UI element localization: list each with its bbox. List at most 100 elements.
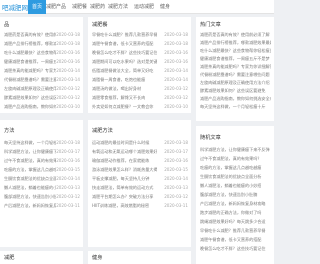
article-link[interactable]: 减肥汤的做法，喝出好身材 (92, 86, 157, 92)
list-item[interactable]: 跑步减肥的正确方法，你做对了吗 (200, 209, 271, 217)
article-link[interactable]: 吃什么减肥最快？这些食物帮你轻松瘦身 (4, 50, 56, 56)
list-item[interactable]: 外卖党如何点减肥餐？一文教会你 2020-03-10 (92, 103, 188, 111)
list-item[interactable]: 腹部减肥方法，快速告别小肚腩 2020-03-12 (4, 193, 80, 201)
list-item[interactable]: 吃瘦的方法，掌握这几点越吃越瘦2020-03-15 (4, 166, 80, 174)
article-link[interactable]: 游泳减肥效果怎么样？消耗热量大揭秘 (92, 167, 157, 173)
list-item[interactable]: 晚餐怎么吃才不胖？这些技巧要记住 2020-03-16 (92, 49, 188, 57)
list-item[interactable]: 科学减肥方法，让你健康瘦下来不反弹 (200, 146, 271, 154)
article-link[interactable]: 健康减肥食谱推荐，一周瘦五斤不是梦 (200, 56, 271, 62)
list-item[interactable]: 平板支撑减肥，每天坚持几分钟 2020-03-14 (92, 175, 188, 183)
nav-item-home[interactable]: 首页 (28, 0, 47, 14)
list-item[interactable]: 减肥茶真的能减肥吗？专家为你详细解答 (200, 63, 271, 71)
list-item[interactable]: 减肥零食推荐，解馋又不长肉 2020-03-12 (92, 94, 188, 102)
list-item[interactable]: 减肥产品排行榜推荐，哪款减肥效果最好 (200, 39, 271, 47)
list-item[interactable]: 酵素减肥效果如何？这些误区要避免 (200, 87, 271, 95)
list-item[interactable]: 生酮饮食减肥法的优缺点全面分析2020-03-14 (4, 175, 80, 183)
nav-item-products[interactable]: 减肥产品 (46, 0, 66, 14)
article-link[interactable]: 每天坚持这样做，一个月轻松瘦十斤 (200, 104, 271, 110)
list-item[interactable]: 减肥午餐食谱，低卡又营养的搭配 (200, 236, 271, 244)
list-item[interactable]: 减肥期间可以吃水果吗？选对是关键 2020-03-16 (92, 58, 188, 66)
list-item[interactable]: 低脂减肥餐做法大全，简单又好吃 2020-03-14 (92, 67, 188, 75)
article-link[interactable]: 减肥药是否真的有效？使用前必须了解 (200, 32, 271, 38)
article-link[interactable]: 减肥产品排行榜推荐，哪款减肥效果最好 (4, 41, 56, 47)
list-item[interactable]: 瑜伽减肥动作推荐，在家就能练 2020-03-16 (92, 157, 188, 165)
list-item[interactable]: 每天坚持这样做，一个月轻松瘦十斤 (200, 103, 271, 111)
article-link[interactable]: 代餐粉减肥靠谱吗？需要注意哪些问题 (4, 77, 56, 83)
article-link[interactable]: 早餐吃什么减肥？推荐几款营养早餐 (200, 228, 271, 234)
list-item[interactable]: 跳绳减肥效果好吗？每天跳多少合适 (200, 218, 271, 226)
list-item[interactable]: 有氧运动和无氧运动哪个减肥效果好 2020-03-17 (92, 148, 188, 156)
list-item[interactable]: 每天坚持这样做，一个月轻松瘦十斤2020-03-18 (4, 139, 80, 147)
article-link[interactable]: 吃什么减肥最快？这些食物帮你轻松瘦身 (200, 48, 271, 54)
article-link[interactable]: 腹部减肥方法，快速告别小肚腩 (4, 194, 56, 200)
list-item[interactable]: 早餐吃什么减肥？推荐几款营养早餐 2020-03-18 (92, 31, 188, 39)
article-link[interactable]: 代餐粉减肥靠谱吗？需要注意哪些问题 (200, 72, 271, 78)
list-item[interactable]: 游泳减肥效果怎么样？消耗热量大揭秘 2020-03-15 (92, 166, 188, 174)
article-link[interactable]: 科学减肥方法，让你健康瘦下来不反弹 (4, 149, 56, 155)
list-item[interactable]: 减肥产品排行榜推荐，哪款减肥效果最好2020-03-18 (4, 40, 80, 48)
list-item[interactable]: 过午不食减肥法，真的有效果吗？ (200, 155, 271, 163)
list-item[interactable]: 懒人减肥法，躺着也能瘦的小妙招 (200, 182, 271, 190)
article-link[interactable]: 产后减肥方法，新妈妈恢复身材攻略 (4, 203, 56, 209)
article-link[interactable]: 吃瘦的方法，掌握这几点越吃越瘦 (200, 165, 271, 171)
article-link[interactable]: 减肥期间可以吃水果吗？选对是关键 (92, 59, 157, 65)
article-link[interactable]: 有氧运动和无氧运动哪个减肥效果好 (92, 149, 157, 155)
article-link[interactable]: 减肥午餐食谱，低卡又营养的搭配 (92, 41, 157, 47)
nav-item-exercise[interactable]: 运动减肥 (134, 0, 154, 14)
article-link[interactable]: 跳绳减肥效果好吗？每天跳多少合适 (200, 219, 271, 225)
list-item[interactable]: 减肥茶真的能减肥吗？专家为你详细解答2020-03-14 (4, 67, 80, 75)
list-item[interactable]: 过午不食减肥法，真的有效果吗？2020-03-16 (4, 157, 80, 165)
article-link[interactable]: 减肥茶真的能减肥吗？专家为你详细解答 (200, 64, 271, 70)
article-link[interactable]: 懒人减肥法，躺着也能瘦的小妙招 (4, 185, 56, 191)
article-link[interactable]: 晚餐怎么吃才不胖？这些技巧要记住 (92, 50, 157, 56)
article-link[interactable]: 减肥药是否真的有效？使用前必须了解 (4, 32, 56, 38)
article-link[interactable]: 吃瘦的方法，掌握这几点越吃越瘦 (4, 167, 56, 173)
nav-item-methods[interactable]: 减肥方法 (108, 0, 128, 14)
article-link[interactable]: 酵素减肥效果如何？这些误区要避免 (4, 95, 56, 101)
article-link[interactable]: 懒人减肥法，躺着也能瘦的小妙招 (200, 183, 271, 189)
article-link[interactable]: 产后减肥方法，新妈妈恢复身材攻略 (200, 201, 271, 207)
list-item[interactable]: 健康减肥食谱推荐，一周瘦五斤不是梦2020-03-16 (4, 58, 80, 66)
article-link[interactable]: 生酮饮食减肥法的优缺点全面分析 (4, 176, 56, 182)
article-link[interactable]: 左旋肉碱减肥原理及正确使用方法介绍 (200, 80, 271, 86)
list-item[interactable]: 酵素减肥效果如何？这些误区要避免2020-03-12 (4, 94, 80, 102)
article-link[interactable]: 平板支撑减肥，每天坚持几分钟 (92, 176, 157, 182)
article-link[interactable]: 减脂餐一周食谱，吃饱也能瘦 (92, 77, 157, 83)
list-item[interactable]: 吃什么减肥最快？这些食物帮你轻松瘦身 (200, 47, 271, 55)
list-item[interactable]: 早餐吃什么减肥？推荐几款营养早餐 (200, 227, 271, 235)
article-link[interactable]: 运动减肥的最佳时间是什么时候 (92, 140, 157, 146)
list-item[interactable]: 产后减肥方法，新妈妈恢复身材攻略2020-03-11 (4, 202, 80, 210)
list-item[interactable]: 减肥平台期怎么办？突破方法分享 2020-03-12 (92, 193, 188, 201)
nav-item-meals[interactable]: 减肥餐 (72, 0, 87, 14)
article-link[interactable]: 健康减肥食谱推荐，一周瘦五斤不是梦 (4, 59, 56, 65)
article-link[interactable]: 左旋肉碱减肥原理及正确使用方法介绍 (4, 86, 56, 92)
article-link[interactable]: 酵素减肥效果如何？这些误区要避免 (200, 88, 271, 94)
list-item[interactable]: HIIT训练减肥，高效燃脂的秘密 2020-03-11 (92, 202, 188, 210)
nav-item-medicine[interactable]: 减肥药 (90, 0, 105, 14)
article-link[interactable]: 低脂减肥餐做法大全，简单又好吃 (92, 68, 157, 74)
article-link[interactable]: 生酮饮食减肥法的优缺点全面分析 (200, 174, 271, 180)
nav-item-fitness[interactable]: 健身 (160, 0, 170, 14)
list-item[interactable]: 减肥汤的做法，喝出好身材 2020-03-12 (92, 85, 188, 93)
list-item[interactable]: 减肥药是否真的有效？使用前必须了解2020-03-18 (4, 31, 80, 39)
list-item[interactable]: 减肥产品选购指南，教你如何挑选安全产品2020-03-10 (4, 103, 80, 111)
article-link[interactable]: 晚餐怎么吃才不胖？这些技巧要记住 (200, 246, 271, 252)
article-link[interactable]: 减肥产品排行榜推荐，哪款减肥效果最好 (200, 40, 271, 46)
list-item[interactable]: 健康减肥食谱推荐，一周瘦五斤不是梦 (200, 55, 271, 63)
list-item[interactable]: 懒人减肥法，躺着也能瘦的小妙招2020-03-13 (4, 184, 80, 192)
article-link[interactable]: 外卖党如何点减肥餐？一文教会你 (92, 104, 157, 110)
list-item[interactable]: 产后减肥方法，新妈妈恢复身材攻略 (200, 200, 271, 208)
article-link[interactable]: 减肥平台期怎么办？突破方法分享 (92, 194, 157, 200)
site-logo[interactable]: 吧减肥网 (2, 2, 28, 12)
list-item[interactable]: 代餐粉减肥靠谱吗？需要注意哪些问题 (200, 71, 271, 79)
article-link[interactable]: 每天坚持这样做，一个月轻松瘦十斤 (4, 140, 56, 146)
list-item[interactable]: 左旋肉碱减肥原理及正确使用方法介绍 (200, 79, 271, 87)
list-item[interactable]: 左旋肉碱减肥原理及正确使用方法介绍2020-03-12 (4, 85, 80, 93)
list-item[interactable]: 代餐粉减肥靠谱吗？需要注意哪些问题2020-03-14 (4, 76, 80, 84)
list-item[interactable]: 腹部减肥方法，快速告别小肚腩 (200, 191, 271, 199)
article-link[interactable]: HIIT训练减肥，高效燃脂的秘密 (92, 203, 157, 209)
article-link[interactable]: 腹部减肥方法，快速告别小肚腩 (200, 192, 271, 198)
article-link[interactable]: 快走减肥法，简单有效的运动方式 (92, 185, 157, 191)
list-item[interactable]: 生酮饮食减肥法的优缺点全面分析 (200, 173, 271, 181)
list-item[interactable]: 减肥午餐食谱，低卡又营养的搭配 2020-03-18 (92, 40, 188, 48)
